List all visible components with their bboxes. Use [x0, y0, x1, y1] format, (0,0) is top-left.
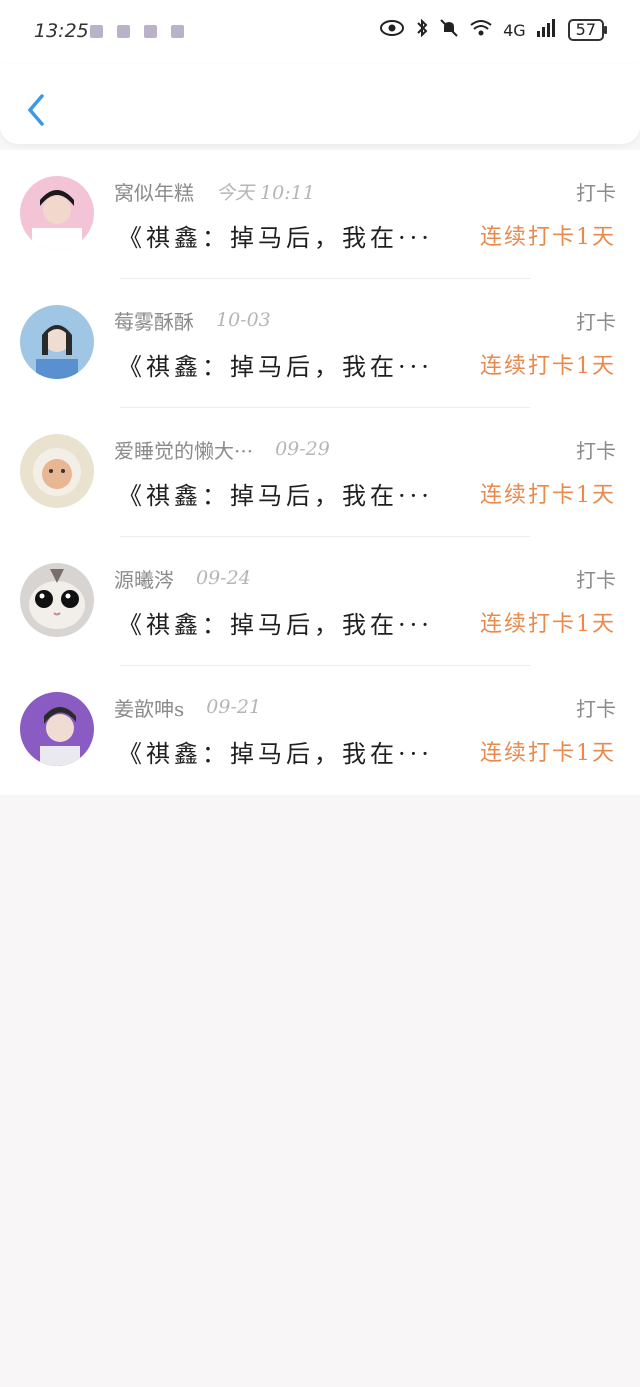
- list-item[interactable]: 爱睡觉的懒大··· 09-29 打卡 《祺鑫：掉马后，我在··· 连续打卡1天: [0, 408, 640, 537]
- username[interactable]: 爱睡觉的懒大···: [114, 435, 253, 464]
- avatar[interactable]: [20, 176, 94, 250]
- notification-icon: [90, 25, 103, 38]
- list-item[interactable]: 姜歆呻s 09-21 打卡 《祺鑫：掉马后，我在··· 连续打卡1天: [0, 666, 640, 795]
- avatar[interactable]: [20, 305, 94, 379]
- notification-icon: [144, 25, 157, 38]
- streak-label: 连续打卡1天: [480, 612, 616, 637]
- username[interactable]: 源曦涔: [114, 564, 174, 593]
- bell-muted-icon: [439, 18, 459, 42]
- streak-label: 连续打卡1天: [480, 483, 616, 508]
- back-button[interactable]: [22, 92, 50, 128]
- action-type: 打卡: [576, 309, 616, 334]
- notification-icons: [90, 25, 184, 38]
- streak-label: 连续打卡1天: [480, 354, 616, 379]
- content-title[interactable]: 《祺鑫：掉马后，我在···: [118, 734, 433, 769]
- wifi-icon: [469, 19, 493, 41]
- battery-level: 57: [567, 19, 608, 41]
- chevron-left-icon: [27, 94, 44, 126]
- post-time: 09-24: [196, 567, 251, 589]
- notification-icon: [171, 25, 184, 38]
- streak-label: 连续打卡1天: [480, 225, 616, 250]
- avatar[interactable]: [20, 434, 94, 508]
- post-time: 09-21: [206, 696, 262, 718]
- action-type: 打卡: [576, 696, 616, 721]
- action-type: 打卡: [576, 567, 616, 592]
- content-title[interactable]: 《祺鑫：掉马后，我在···: [118, 605, 433, 640]
- content-title[interactable]: 《祺鑫：掉马后，我在···: [118, 347, 433, 382]
- username[interactable]: 窝似年糕: [114, 177, 194, 206]
- status-time: 13:25: [34, 20, 89, 42]
- status-icons: 4G 57: [379, 18, 608, 42]
- content-title[interactable]: 《祺鑫：掉马后，我在···: [118, 218, 433, 253]
- network-type: 4G: [503, 20, 526, 40]
- avatar[interactable]: [20, 563, 94, 637]
- post-time: 10-03: [216, 309, 271, 331]
- streak-label: 连续打卡1天: [480, 741, 616, 766]
- action-type: 打卡: [576, 180, 616, 205]
- signal-icon: [536, 19, 558, 41]
- avatar[interactable]: [20, 692, 94, 766]
- list-item[interactable]: 源曦涔 09-24 打卡 《祺鑫：掉马后，我在··· 连续打卡1天: [0, 537, 640, 666]
- bluetooth-icon: [415, 18, 429, 42]
- eye-icon: [379, 19, 405, 41]
- checkin-feed: 窝似年糕 今天 10:11 打卡 《祺鑫：掉马后，我在··· 连续打卡1天 莓雾…: [0, 150, 640, 795]
- list-item[interactable]: 莓雾酥酥 10-03 打卡 《祺鑫：掉马后，我在··· 连续打卡1天: [0, 279, 640, 408]
- username[interactable]: 姜歆呻s: [114, 693, 184, 722]
- top-navigation: [0, 64, 640, 144]
- username[interactable]: 莓雾酥酥: [114, 306, 194, 335]
- content-title[interactable]: 《祺鑫：掉马后，我在···: [118, 476, 433, 511]
- list-item[interactable]: 窝似年糕 今天 10:11 打卡 《祺鑫：掉马后，我在··· 连续打卡1天: [0, 150, 640, 279]
- status-bar: 13:25 4G 57: [0, 0, 640, 64]
- action-type: 打卡: [576, 438, 616, 463]
- post-time: 今天 10:11: [216, 181, 315, 204]
- post-time: 09-29: [275, 438, 330, 460]
- notification-icon: [117, 25, 130, 38]
